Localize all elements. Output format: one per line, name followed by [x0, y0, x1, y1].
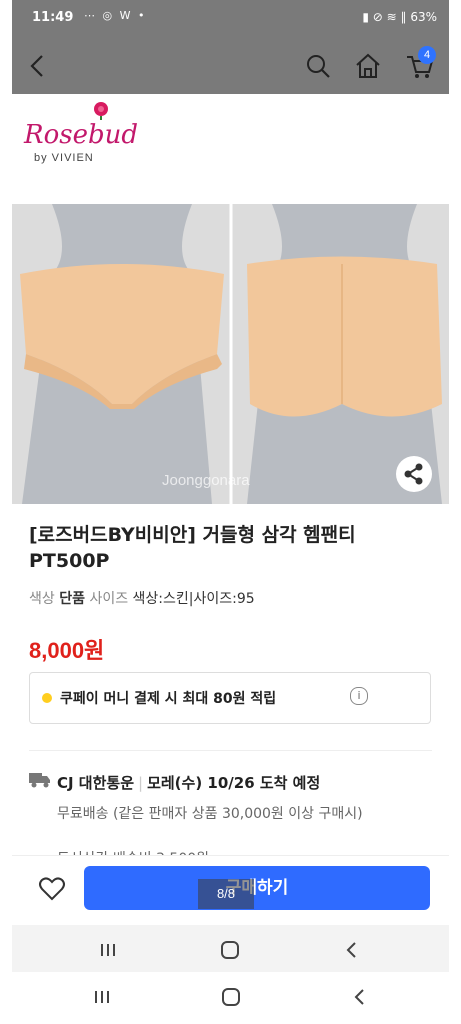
- search-icon: [307, 55, 330, 78]
- coin-icon: [42, 693, 52, 703]
- product-options: 색상 단품 사이즈 색상:스킨|사이즈:95: [29, 588, 255, 608]
- brand-header: Rosebud by VIVIEN: [12, 94, 449, 204]
- size-label: 사이즈: [89, 591, 129, 607]
- product-photo[interactable]: Joonggonara: [12, 204, 449, 504]
- option-label: 색상: [29, 591, 55, 607]
- image-pager: 8/8: [198, 879, 254, 909]
- buy-button[interactable]: 구매하기: [84, 866, 430, 910]
- product-title: [로즈버드BY비비안] 거들형 삼각 헴팬티 PT500P: [29, 524, 356, 572]
- battery-indicator: ▮ ⊘ ≋ ∥ 63%: [362, 10, 437, 24]
- home-icon: [356, 53, 380, 78]
- top-app-bar: 4: [12, 38, 449, 94]
- recent-apps-icon[interactable]: [96, 939, 120, 961]
- cart-button[interactable]: 4: [404, 46, 436, 82]
- wishlist-button[interactable]: [38, 876, 66, 902]
- share-icon: [404, 463, 423, 485]
- product-photo-image: [12, 204, 449, 504]
- notification-icons: ⋯ ◎ W •: [84, 9, 147, 22]
- photo-watermark: Joonggonara: [162, 472, 250, 489]
- cart-count-badge: 4: [418, 46, 436, 64]
- home-nav-icon[interactable]: [218, 939, 242, 961]
- coupay-reward-box[interactable]: 쿠페이 머니 결제 시 최대 80원 적립 i: [29, 672, 431, 724]
- home-nav-icon[interactable]: [219, 986, 243, 1008]
- share-button[interactable]: [396, 456, 432, 492]
- status-time: 11:49: [32, 10, 74, 25]
- brand-logo-sub: by VIVIEN: [34, 152, 94, 164]
- separator: |: [138, 774, 144, 792]
- shipping-policy: 무료배송 (같은 판매자 상품 30,000원 이상 구매시): [57, 806, 363, 822]
- divider: [29, 750, 432, 751]
- rose-logo-icon: [94, 102, 108, 120]
- back-nav-icon[interactable]: [348, 986, 372, 1008]
- inner-nav-bar: [12, 925, 449, 972]
- bottom-action-bar: 구매하기 8/8: [12, 855, 449, 926]
- recent-apps-icon[interactable]: [90, 986, 114, 1008]
- home-button[interactable]: [352, 50, 384, 82]
- app-frame: 11:49 ⋯ ◎ W • ▮ ⊘ ≋ ∥ 63% 4 Rosebud by V…: [12, 0, 449, 972]
- info-icon[interactable]: i: [350, 687, 368, 705]
- back-button[interactable]: [22, 50, 54, 82]
- selection-value: 색상:스킨|사이즈:95: [132, 591, 255, 607]
- option-value: 단품: [59, 591, 85, 607]
- system-nav-bar: [0, 972, 461, 1024]
- product-price: 8,000원: [29, 638, 105, 663]
- status-bar: 11:49 ⋯ ◎ W • ▮ ⊘ ≋ ∥ 63%: [12, 0, 449, 38]
- shipping-line: CJ 대한통운 | 모레(수) 10/26 도착 예정: [57, 772, 320, 793]
- heart-icon: [39, 877, 65, 901]
- back-arrow-icon: [30, 55, 43, 77]
- back-nav-icon[interactable]: [340, 939, 364, 961]
- coupay-text: 쿠페이 머니 결제 시 최대 80원 적립: [60, 691, 277, 707]
- arrival-date: 모레(수) 10/26 도착 예정: [147, 774, 321, 792]
- search-button[interactable]: [302, 50, 334, 82]
- carrier-name: CJ 대한통운: [57, 774, 135, 792]
- truck-icon: [29, 773, 50, 788]
- brand-logo-name: Rosebud: [24, 120, 138, 150]
